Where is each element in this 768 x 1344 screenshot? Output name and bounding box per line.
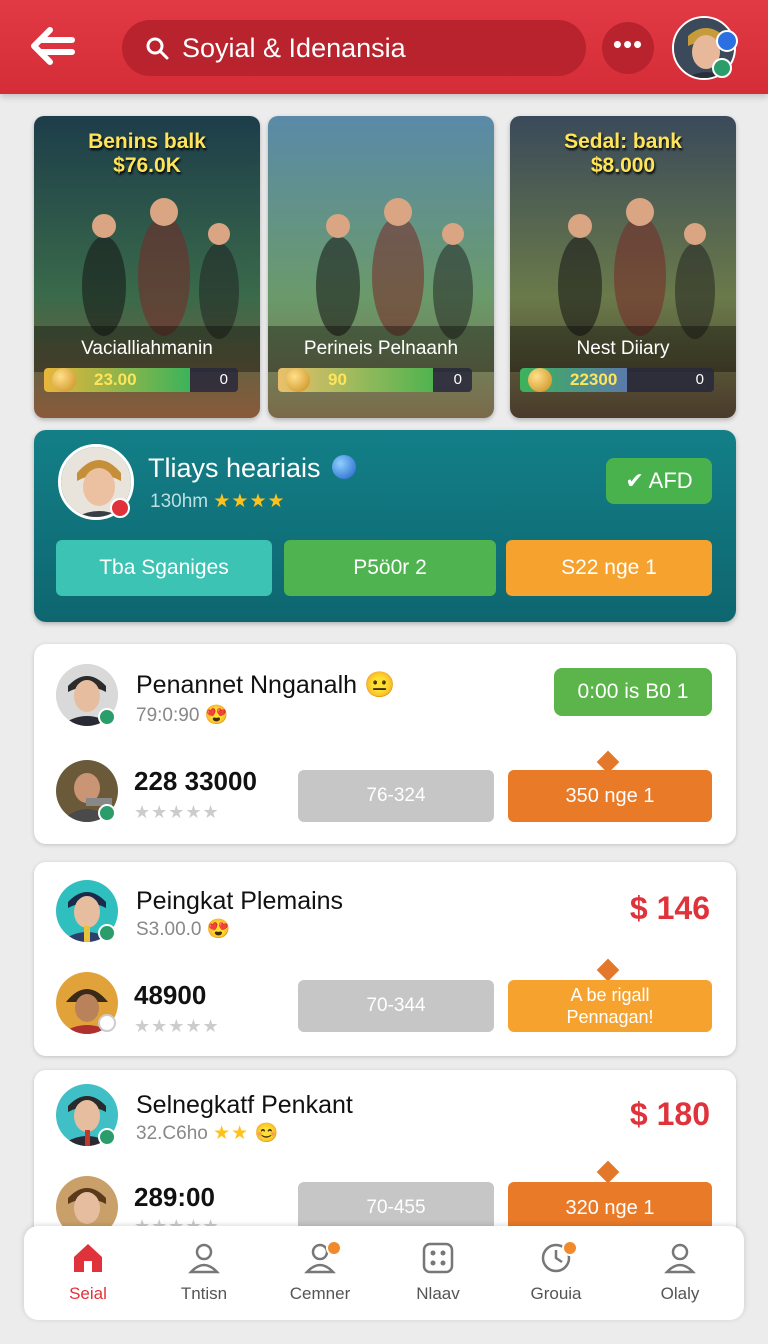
top-bar: Soyial & Idenansia ••• bbox=[0, 0, 768, 94]
progress-value: 22300 bbox=[570, 370, 618, 389]
search-bar[interactable]: Soyial & Idenansia bbox=[122, 20, 586, 76]
online-badge bbox=[712, 58, 732, 78]
afd-button[interactable]: ✔ AFD bbox=[606, 458, 712, 504]
match-title: Peingkat Plemains bbox=[136, 887, 344, 915]
nav-label: Cemner bbox=[289, 1284, 351, 1303]
check-icon: ✔ bbox=[625, 468, 644, 493]
match-sub: S3.00.0 😍 bbox=[136, 919, 231, 940]
online-badge bbox=[98, 708, 116, 726]
match-card[interactable]: Peingkat Plemains S3.00.0 😍 $ 146 48900 … bbox=[34, 862, 736, 1056]
search-text: Soyial & Idenansia bbox=[182, 33, 406, 63]
rating-stars: ★★★★ bbox=[213, 491, 286, 512]
price-label: $ 180 bbox=[629, 1096, 710, 1132]
person-icon bbox=[188, 1243, 220, 1274]
status-badge bbox=[98, 1014, 116, 1032]
match-card[interactable]: Selnegkatf Penkant 32.C6ho ★★ 😊 $ 180 28… bbox=[34, 1070, 736, 1250]
match-title: Selnegkatf Penkant bbox=[136, 1091, 353, 1119]
progress-end: 0 bbox=[695, 371, 704, 388]
notification-badge bbox=[326, 1240, 342, 1256]
progress-end: 0 bbox=[453, 371, 462, 388]
time-badge[interactable]: 0:00 is B0 1 bbox=[554, 668, 712, 716]
prize-amount: Sedal: bank $8.000 bbox=[564, 130, 682, 177]
home-icon bbox=[74, 1244, 102, 1272]
search-icon bbox=[146, 37, 169, 60]
progress-value: 23.00 bbox=[94, 370, 137, 389]
nav-label: Nlaav bbox=[416, 1284, 460, 1303]
odds-button[interactable]: 70-344 bbox=[298, 980, 494, 1032]
grid-icon bbox=[422, 1242, 454, 1274]
profile-button-2[interactable]: P5ö0r 2 bbox=[284, 540, 496, 596]
emoji-icon: 😍 bbox=[206, 919, 231, 940]
nav-item-people[interactable]: Cemner bbox=[260, 1226, 380, 1320]
nav-label: Grouia bbox=[530, 1284, 582, 1303]
nav-label: Tntisn bbox=[180, 1284, 228, 1303]
globe-icon bbox=[332, 455, 357, 479]
match-score: 289:00 bbox=[134, 1182, 215, 1212]
coin-icon bbox=[52, 368, 76, 392]
emoji-icon: 😊 bbox=[254, 1123, 279, 1144]
rating-stars: ★★★★★ bbox=[134, 1016, 220, 1036]
coin-icon bbox=[528, 368, 552, 392]
diamond-icon bbox=[596, 958, 620, 982]
bet-button[interactable]: 350 nge 1 bbox=[508, 770, 712, 822]
match-card[interactable]: Penannet Nnganalh 😐 79:0:90 😍 0:00 is B0… bbox=[34, 644, 736, 844]
nav-label: Seial bbox=[69, 1284, 107, 1303]
odds-button[interactable]: 76-324 bbox=[298, 770, 494, 822]
nav-item-user[interactable]: Olaly bbox=[620, 1226, 740, 1320]
profile-name: Tliays heariais bbox=[148, 452, 357, 484]
notification-badge bbox=[562, 1240, 578, 1256]
progress-value: 90 bbox=[328, 370, 347, 389]
user-icon bbox=[664, 1243, 696, 1274]
nav-label: Olaly bbox=[660, 1284, 700, 1303]
game-card[interactable]: Sedal: bank $8.000 Nest Diiary 22300 0 bbox=[510, 116, 736, 418]
online-badge bbox=[98, 804, 116, 822]
diamond-icon bbox=[596, 1160, 620, 1184]
profile-panel: Tliays heariais 130hm ★★★★ ✔ AFD Tba Sga… bbox=[34, 430, 736, 622]
nav-item-grid[interactable]: Nlaav bbox=[378, 1226, 498, 1320]
game-name: Nest Diiary bbox=[510, 326, 736, 372]
online-badge bbox=[98, 924, 116, 942]
game-name: Vacialliahmanin bbox=[34, 326, 260, 372]
game-name: Perineis Pelnaanh bbox=[268, 326, 494, 372]
emoji-icon: 😐 bbox=[363, 671, 396, 699]
game-card[interactable]: Perineis Pelnaanh 90 0 bbox=[268, 116, 494, 418]
profile-sub: 130hm ★★★★ bbox=[150, 491, 286, 512]
back-button[interactable] bbox=[28, 22, 80, 70]
bottom-nav: Seial Tntisn Cemner Nlaav Grouia Olaly bbox=[24, 1226, 744, 1320]
bet-button[interactable]: A be rigall Pennagan! bbox=[508, 980, 712, 1032]
match-score: 228 33000 bbox=[134, 766, 257, 796]
nav-item-home[interactable]: Seial bbox=[28, 1226, 148, 1320]
match-title: Penannet Nnganalh 😐 bbox=[136, 671, 396, 699]
nav-item-clock[interactable]: Grouia bbox=[496, 1226, 616, 1320]
progress-end: 0 bbox=[219, 371, 228, 388]
coin-icon bbox=[286, 368, 310, 392]
back-arrow-icon bbox=[31, 27, 75, 65]
rating-stars: ★★★★★ bbox=[134, 802, 220, 822]
level-badge bbox=[110, 498, 130, 518]
online-badge bbox=[98, 1128, 116, 1146]
price-label: $ 146 bbox=[629, 890, 710, 926]
profile-button-3[interactable]: S22 nge 1 bbox=[506, 540, 712, 596]
game-card[interactable]: Benins balk $76.0K Vacialliahmanin 23.00 0 bbox=[34, 116, 260, 418]
match-sub: 32.C6ho ★★ 😊 bbox=[136, 1123, 279, 1144]
profile-button-1[interactable]: Tba Sganiges bbox=[56, 540, 272, 596]
prize-amount: Benins balk $76.0K bbox=[88, 130, 206, 177]
more-button[interactable]: ••• bbox=[602, 22, 654, 74]
match-score: 48900 bbox=[134, 980, 207, 1010]
nav-item-person[interactable]: Tntisn bbox=[144, 1226, 264, 1320]
globe-icon bbox=[716, 30, 738, 52]
emoji-icon: 😍 bbox=[204, 705, 229, 726]
match-sub: 79:0:90 😍 bbox=[136, 705, 229, 726]
